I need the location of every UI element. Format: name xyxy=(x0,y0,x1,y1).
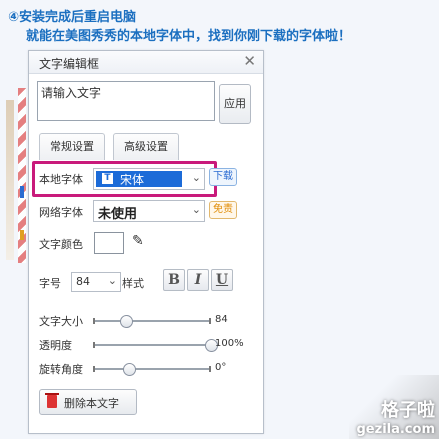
text-size-value: 84 xyxy=(215,314,228,325)
opacity-value: 100% xyxy=(215,338,244,349)
text-size-slider-label: 文字大小 xyxy=(39,315,83,328)
bold-button[interactable]: B xyxy=(163,269,185,291)
trash-icon xyxy=(45,393,59,408)
rotation-slider-thumb[interactable] xyxy=(123,363,137,376)
watermark-title: 格子啦 xyxy=(381,400,435,421)
font-size-select[interactable]: 84 ⌄ xyxy=(71,272,121,292)
opacity-slider-label: 透明度 xyxy=(39,339,72,352)
font-size-value: 84 xyxy=(76,275,90,288)
rotation-slider-label: 旋转角度 xyxy=(39,363,83,376)
rotation-value: 0° xyxy=(215,362,227,373)
watermark: 格子啦 gezila.com xyxy=(357,396,436,437)
text-input-value: 请输入文字 xyxy=(41,86,102,100)
text-size-slider[interactable] xyxy=(93,318,211,324)
delete-text-label: 删除本文字 xyxy=(64,397,119,410)
text-editor-dialog: 文字编辑框 ✕ 请输入文字 应用 常规设置 高级设置 本地字体 T 宋体 ⌄ 下… xyxy=(28,50,264,434)
watermark-url: gezila.com xyxy=(356,422,436,437)
apply-button[interactable]: 应用 xyxy=(219,84,251,124)
text-size-slider-thumb[interactable] xyxy=(119,315,133,328)
download-font-button[interactable]: 下载 xyxy=(209,168,237,186)
italic-button[interactable]: I xyxy=(187,269,209,291)
canvas-decoration-yellow xyxy=(20,230,24,240)
disclaimer-button[interactable]: 免责 xyxy=(209,201,237,219)
underline-button[interactable]: U xyxy=(211,269,233,291)
chevron-down-icon: ⌄ xyxy=(191,203,201,216)
canvas-background xyxy=(6,100,14,260)
local-font-value: 宋体 xyxy=(120,173,145,187)
rotation-slider[interactable] xyxy=(93,366,211,372)
chevron-down-icon: ⌄ xyxy=(107,274,117,287)
chevron-down-icon: ⌄ xyxy=(191,171,201,184)
style-label: 样式 xyxy=(122,277,144,290)
text-color-label: 文字颜色 xyxy=(39,238,83,251)
opacity-slider[interactable] xyxy=(93,342,211,348)
local-font-select[interactable]: T 宋体 ⌄ xyxy=(93,168,205,190)
text-color-swatch[interactable] xyxy=(94,232,124,254)
truetype-icon: T xyxy=(102,173,113,184)
web-font-select[interactable]: 未使用 ⌄ xyxy=(93,200,205,222)
tab-general-settings[interactable]: 常规设置 xyxy=(39,133,105,160)
local-font-label: 本地字体 xyxy=(39,173,83,186)
dialog-titlebar[interactable]: 文字编辑框 ✕ xyxy=(29,51,263,74)
web-font-value: 未使用 xyxy=(98,207,138,222)
local-font-selected: T 宋体 xyxy=(96,171,182,187)
eyedropper-icon[interactable]: ✎ xyxy=(132,233,144,249)
tab-advanced-settings[interactable]: 高级设置 xyxy=(113,133,179,160)
dialog-title: 文字编辑框 xyxy=(39,57,100,71)
text-input[interactable]: 请输入文字 xyxy=(37,81,215,121)
web-font-label: 网络字体 xyxy=(39,206,83,219)
canvas-decoration-blue xyxy=(20,186,24,198)
caption-step: ④安装完成后重启电脑 xyxy=(8,10,137,25)
close-icon[interactable]: ✕ xyxy=(243,52,256,70)
caption-instruction: 就能在美图秀秀的本地字体中，找到你刚下载的字体啦！ xyxy=(26,29,352,44)
delete-text-button[interactable]: 删除本文字 xyxy=(39,389,137,415)
font-size-label: 字号 xyxy=(39,277,61,290)
